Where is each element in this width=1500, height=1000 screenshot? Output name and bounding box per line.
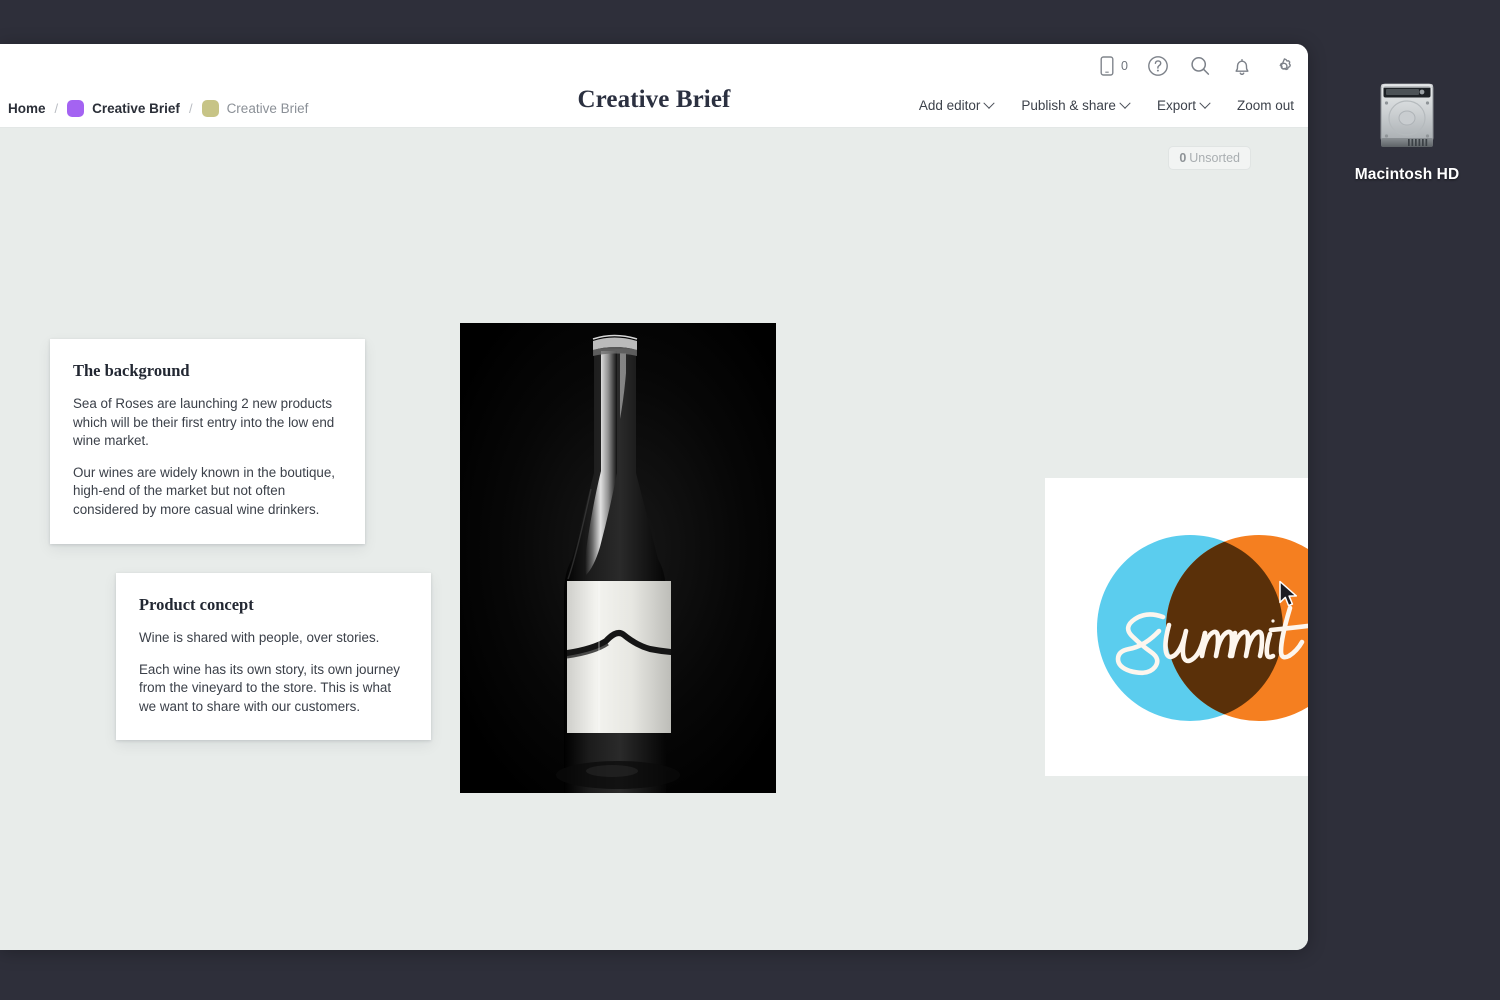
chevron-down-icon [1199, 97, 1210, 108]
chevron-down-icon [984, 97, 995, 108]
menu-zoom-out[interactable]: Zoom out [1237, 98, 1294, 113]
mobile-preview-count: 0 [1121, 59, 1128, 73]
note-card-paragraph: Wine is shared with people, over stories… [139, 629, 408, 648]
notifications-icon[interactable] [1230, 54, 1254, 78]
note-card-paragraph: Each wine has its own story, its own jou… [139, 661, 408, 717]
header-menu-bar: Add editor Publish & share Export Zoom o… [919, 98, 1294, 113]
unsorted-label: Unsorted [1189, 151, 1240, 165]
menu-publish-share[interactable]: Publish & share [1021, 98, 1129, 113]
note-card-paragraph: Sea of Roses are launching 2 new product… [73, 395, 342, 451]
chevron-down-icon [1119, 97, 1130, 108]
help-icon[interactable] [1146, 54, 1170, 78]
note-card-heading: Product concept [139, 595, 408, 615]
menu-export[interactable]: Export [1157, 98, 1209, 113]
menu-zoom-out-label: Zoom out [1237, 98, 1294, 113]
desktop-icon-label: Macintosh HD [1352, 166, 1462, 184]
note-card-paragraph: Our wines are widely known in the boutiq… [73, 464, 342, 520]
menu-publish-share-label: Publish & share [1021, 98, 1116, 113]
menu-export-label: Export [1157, 98, 1196, 113]
desktop-icon-macintosh-hd[interactable]: Macintosh HD [1352, 72, 1462, 184]
gear-icon[interactable] [1272, 54, 1296, 78]
app-window: Home / Creative Brief / Creative Brief C… [0, 44, 1308, 950]
header-icon-bar: 0 [1098, 54, 1296, 78]
note-card-heading: The background [73, 361, 342, 381]
search-icon[interactable] [1188, 54, 1212, 78]
unsorted-count: 0 [1179, 151, 1186, 165]
note-card-background[interactable]: The background Sea of Roses are launchin… [50, 339, 365, 544]
note-card-product-concept[interactable]: Product concept Wine is shared with peop… [116, 573, 431, 740]
hard-drive-icon [1364, 72, 1450, 158]
unsorted-badge[interactable]: 0Unsorted [1168, 146, 1251, 170]
board-canvas[interactable]: 0Unsorted The background Sea of Roses ar… [0, 128, 1308, 950]
app-header: Home / Creative Brief / Creative Brief C… [0, 44, 1308, 128]
mobile-preview-icon[interactable]: 0 [1098, 55, 1128, 77]
menu-add-editor[interactable]: Add editor [919, 98, 994, 113]
menu-add-editor-label: Add editor [919, 98, 981, 113]
image-summit-logo[interactable] [1045, 478, 1308, 776]
image-wine-bottle-photo[interactable] [460, 323, 776, 793]
